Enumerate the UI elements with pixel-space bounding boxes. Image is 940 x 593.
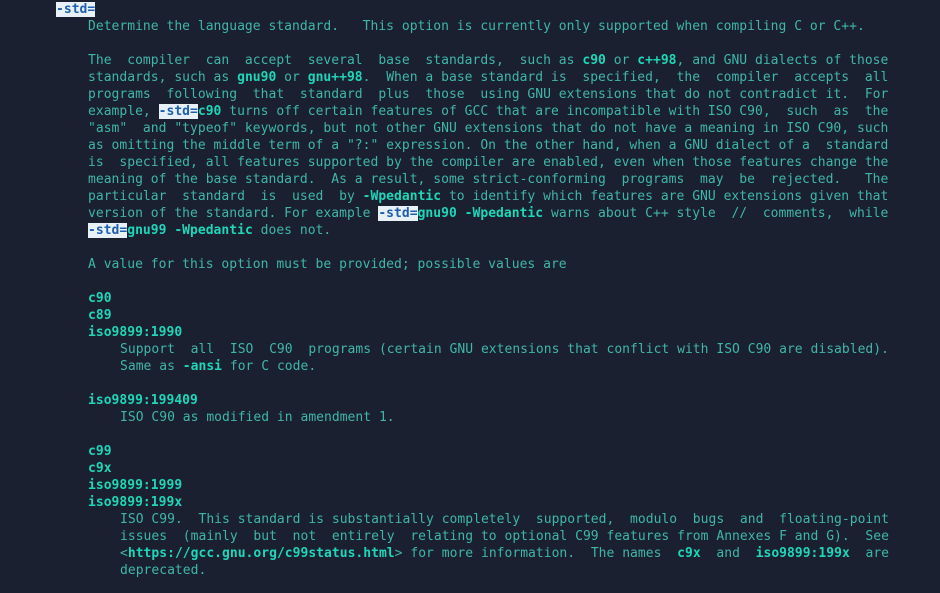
paragraph-line: programs following that standard plus th… [88,87,889,102]
c99-status-link[interactable]: https://gcc.gnu.org/c99status.html [128,546,395,561]
value-name: c9x [88,461,112,476]
search-match: -std= [378,206,418,221]
paragraph-line: is specified, all features supported by … [88,155,889,170]
value-name: iso9899:199x [88,495,183,510]
value-description: ISO C99. This standard is substantially … [120,512,889,527]
search-match: -std= [56,2,96,17]
paragraph-line: version of the standard. For example -st… [88,206,889,221]
option-heading: -std= [56,1,96,18]
value-name: c89 [88,308,112,323]
value-name: c90 [88,291,112,306]
value-description: <https://gcc.gnu.org/c99status.html> for… [120,546,890,561]
value-description: deprecated. [120,563,207,578]
paragraph-line: as omitting the middle term of a "?:" ex… [88,138,889,153]
value-description: Support all ISO C90 programs (certain GN… [120,342,889,357]
paragraph-line: The compiler can accept several base sta… [88,53,889,68]
value-description: issues (mainly but not entirely relating… [120,529,889,544]
paragraph-line: meaning of the base standard. As a resul… [88,172,889,187]
paragraph-line: particular standard is used by -Wpedanti… [88,189,889,204]
man-page-viewer[interactable]: -std= Determine the language standard. T… [0,0,940,593]
value-name: iso9899:199409 [88,393,198,408]
option-summary: Determine the language standard. This op… [88,19,865,34]
values-intro: A value for this option must be provided… [88,257,567,272]
search-match: -std= [158,104,198,119]
value-name: c99 [88,444,112,459]
value-name: iso9899:1990 [88,325,183,340]
value-description: ISO C90 as modified in amendment 1. [120,410,395,425]
paragraph-line: example, -std=c90 turns off certain feat… [88,104,889,119]
paragraph-line: -std=gnu99 -Wpedantic does not. [88,223,332,238]
paragraph-line: "asm" and "typeof" keywords, but not oth… [88,121,889,136]
paragraph-line: standards, such as gnu90 or gnu++98. Whe… [88,70,889,85]
value-description: Same as -ansi for C code. [120,359,317,374]
value-name: iso9899:1999 [88,478,183,493]
search-match: -std= [88,223,128,238]
